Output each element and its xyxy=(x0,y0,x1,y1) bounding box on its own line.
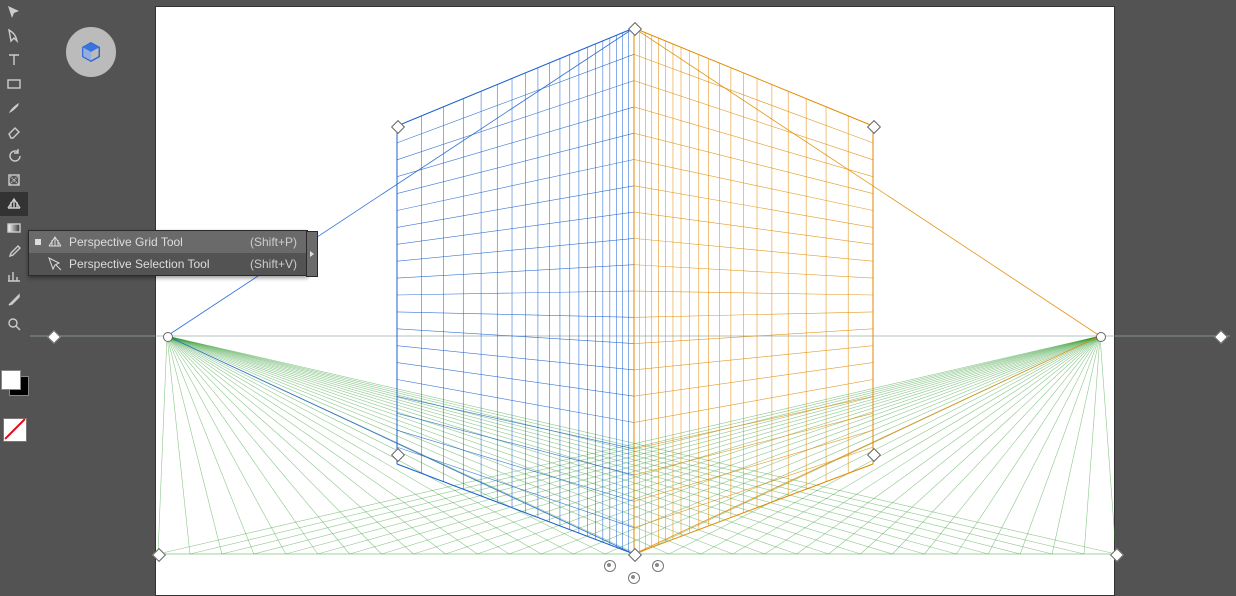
cube-icon xyxy=(80,41,102,63)
toolbar xyxy=(0,0,28,594)
perspective-tool-flyout: Perspective Grid Tool (Shift+P) Perspect… xyxy=(28,230,308,276)
vanishing-point-right[interactable] xyxy=(1096,332,1106,342)
rotate-tool[interactable] xyxy=(0,144,28,168)
artboard[interactable] xyxy=(155,6,1115,596)
perspective-grid-tool[interactable] xyxy=(0,192,28,216)
direct-selection-tool[interactable] xyxy=(0,24,28,48)
gradient-tool[interactable] xyxy=(0,216,28,240)
fill-color-icon xyxy=(1,370,21,390)
eraser-tool[interactable] xyxy=(0,120,28,144)
none-fill-icon[interactable] xyxy=(3,418,27,442)
flyout-item-perspective-grid[interactable]: Perspective Grid Tool (Shift+P) xyxy=(29,231,307,253)
color-swatch[interactable] xyxy=(1,370,27,394)
plane-switcher-widget[interactable] xyxy=(65,26,117,78)
floor-left-ring[interactable] xyxy=(604,560,616,572)
paintbrush-tool[interactable] xyxy=(0,96,28,120)
perspective-selection-icon xyxy=(47,256,63,272)
flyout-shortcut: (Shift+P) xyxy=(250,235,301,249)
selection-tool[interactable] xyxy=(0,0,28,24)
station-point-ring[interactable] xyxy=(628,572,640,584)
zoom-tool[interactable] xyxy=(0,312,28,336)
flyout-shortcut: (Shift+V) xyxy=(250,257,301,271)
flyout-item-perspective-selection[interactable]: Perspective Selection Tool (Shift+V) xyxy=(29,253,307,275)
flyout-tearoff-arrow[interactable] xyxy=(306,231,318,277)
column-graph-tool[interactable] xyxy=(0,264,28,288)
rectangle-tool[interactable] xyxy=(0,72,28,96)
free-transform-tool[interactable] xyxy=(0,168,28,192)
type-tool[interactable] xyxy=(0,48,28,72)
slice-tool[interactable] xyxy=(0,288,28,312)
flyout-label: Perspective Grid Tool xyxy=(69,235,244,249)
perspective-grid-icon xyxy=(47,234,63,250)
floor-right-ring[interactable] xyxy=(652,560,664,572)
horizon-left-handle[interactable] xyxy=(47,330,61,344)
flyout-label: Perspective Selection Tool xyxy=(69,257,244,271)
eyedropper-tool[interactable] xyxy=(0,240,28,264)
vanishing-point-left[interactable] xyxy=(163,332,173,342)
horizon-right-handle[interactable] xyxy=(1214,330,1228,344)
selected-dot-icon xyxy=(35,239,41,245)
